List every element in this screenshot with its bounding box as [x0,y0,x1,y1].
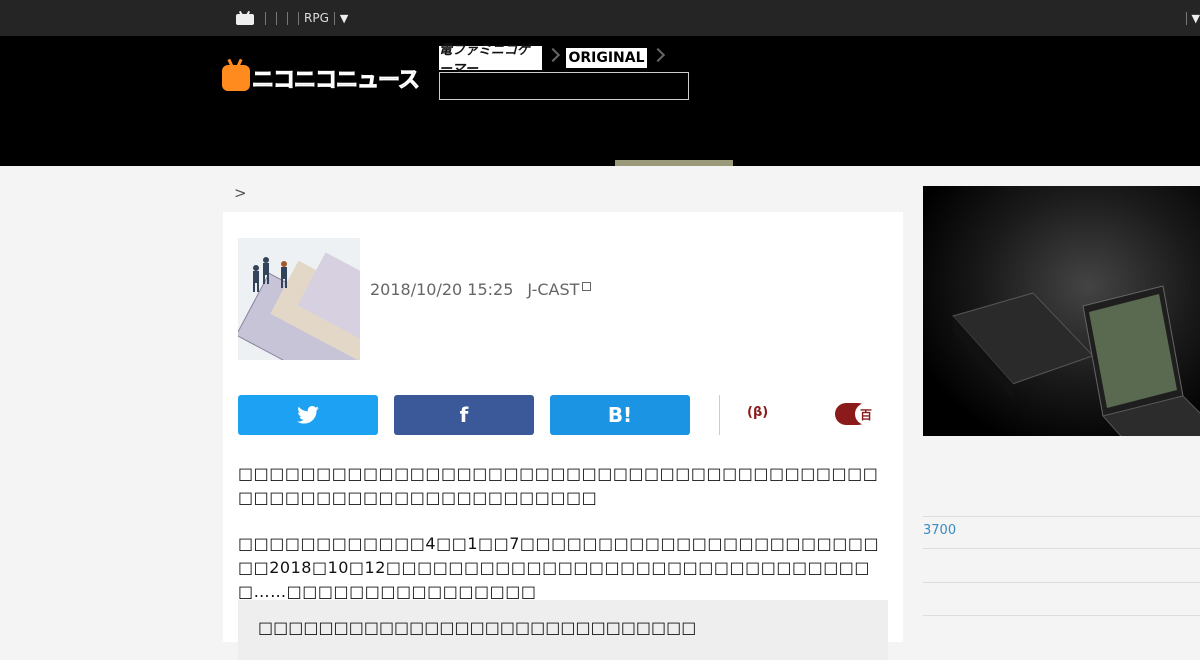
article-meta: 2018/10/20 15:25 J-CAST [370,280,592,299]
twitter-share-button[interactable] [238,395,378,435]
top-right-menu: ▼ [1181,0,1200,36]
share-divider [719,395,720,435]
facebook-share-button[interactable]: f [394,395,534,435]
nav-divider [287,11,288,25]
active-tab-indicator [615,160,733,166]
logo-text: ニコニコニュース [252,68,421,94]
hatena-bookmark-button[interactable]: B! [550,395,690,435]
ranking-divider [923,582,1200,583]
nav-divider [265,11,266,25]
account-dropdown[interactable]: ▼ [1192,12,1200,25]
hatena-bookmark-icon: B! [607,403,633,427]
ranking-divider [923,548,1200,549]
chevron-right-icon [545,47,561,63]
article-paragraph: □□□□□□□□□□□□4□□1□□7□□□□□□□□□□□□□□□□□□□□□… [238,534,880,601]
beta-label[interactable]: (β) [747,405,768,420]
nav-divider [333,11,335,25]
article-paragraph: □□□□□□□□□□□□□□□□□□□□□□□□□□□□□□□□□□□□□□□□… [238,464,879,507]
chevron-right-icon [650,47,666,63]
article-thumbnail [238,238,360,360]
twitter-bird-icon [297,406,319,424]
encyclopedia-icon: 百 [855,403,877,425]
breadcrumb: > [234,184,247,202]
ranking-count[interactable]: 3700 [923,523,956,538]
ranking-divider [923,615,1200,616]
laptop-advertisement[interactable] [923,186,1200,436]
nav-divider [298,11,299,25]
article-card: 2018/10/20 15:25 J-CAST f B! (β) 百 □□□□□… [223,212,903,660]
site-header: ニコニコニュース 電ファミニコゲーマー ORIGINAL [0,36,1200,166]
niconico-tv-icon[interactable] [236,10,254,25]
encyclopedia-toggle[interactable]: 百 [835,403,881,427]
external-link-icon [582,282,592,291]
nav-more-dropdown[interactable]: ▼ [340,12,348,25]
nav-divider [276,11,277,25]
quote-text: □□□□□□□□□□□□□□□□□□□□□□□□□□□□□ [258,618,697,637]
top-nav: RPG ▼ [236,0,348,36]
nav-item-rpg[interactable]: RPG [304,11,329,25]
search-input[interactable] [439,72,689,100]
article-blockquote: □□□□□□□□□□□□□□□□□□□□□□□□□□□□□ [238,600,888,660]
ranking-divider [923,516,1200,517]
article-date: 2018/10/20 15:25 [370,280,514,299]
niconico-tv-logo-icon [222,65,250,91]
breadcrumb-original[interactable]: ORIGINAL [566,48,647,68]
nav-divider [1185,11,1187,25]
niconico-news-logo[interactable]: ニコニコニュース [222,62,421,94]
breadcrumb-famitsu-logo[interactable]: 電ファミニコゲーマー [439,43,542,77]
top-utility-bar: RPG ▼ ▼ [0,0,1200,36]
article-source-link[interactable]: J-CAST [527,280,579,299]
facebook-icon: f [459,403,469,427]
